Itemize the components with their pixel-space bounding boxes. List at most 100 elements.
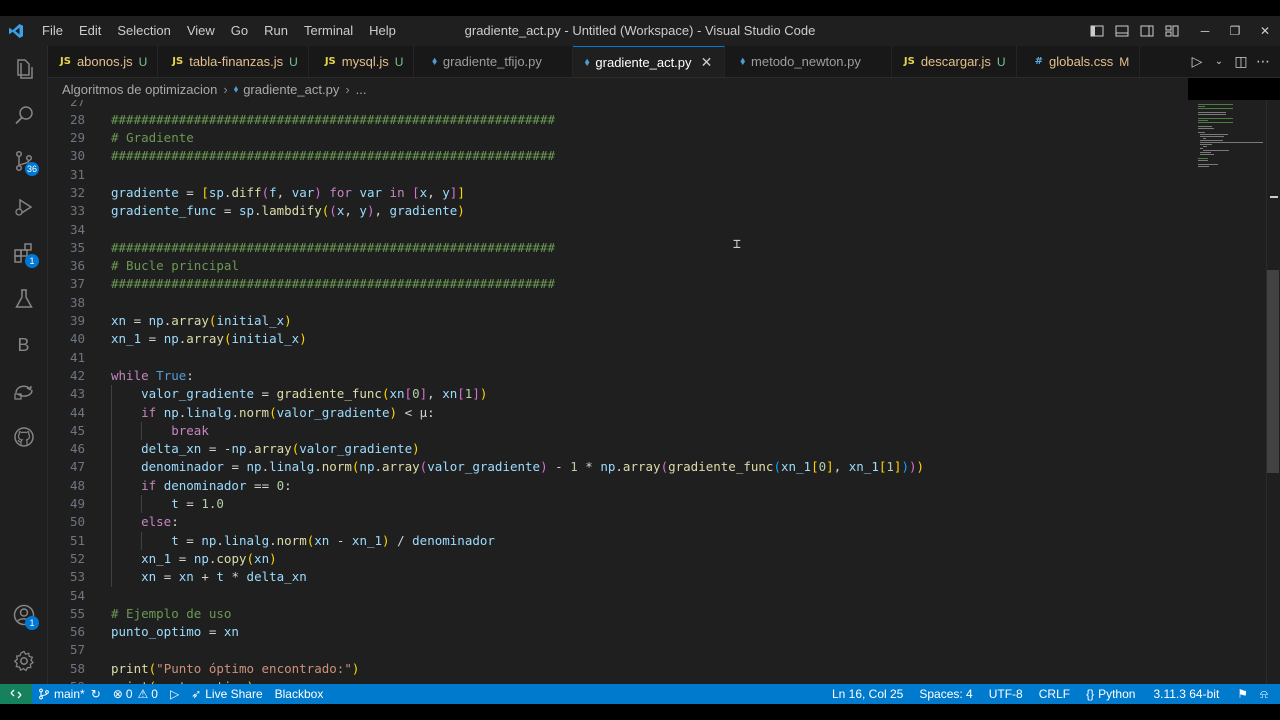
eol-setting[interactable]: CRLF [1033, 684, 1080, 704]
title-bar-controls: ─ ❐ ✕ [1084, 16, 1280, 46]
minimap[interactable] [1190, 100, 1268, 684]
python-file-icon: ⬧ [233, 83, 239, 95]
code-line[interactable]: 40 xn_1 = np.array(initial_x) [48, 330, 1188, 348]
menu-help[interactable]: Help [361, 16, 404, 46]
sync-icon[interactable]: ↻ [91, 684, 101, 704]
accounts-icon[interactable]: 1 [0, 592, 47, 638]
code-line[interactable]: 28 ######################################… [48, 111, 1188, 129]
breadcrumb-folder[interactable]: Algoritmos de optimizacion [62, 82, 217, 97]
run-dropdown-chevron-icon[interactable]: ⌄ [1208, 56, 1230, 67]
python-interpreter[interactable]: 3.11.3 64-bit [1141, 684, 1231, 704]
tab-globals-css[interactable]: # globals.css M [1017, 46, 1141, 77]
cursor-position[interactable]: Ln 16, Col 25 [826, 684, 913, 704]
remote-indicator-icon[interactable] [0, 684, 32, 704]
search-icon[interactable] [0, 92, 47, 138]
code-lines[interactable]: 27 28 ####################################… [48, 100, 1188, 684]
indentation-setting[interactable]: Spaces: 4 [913, 684, 982, 704]
code-line[interactable]: 37 ######################################… [48, 275, 1188, 293]
code-line[interactable]: 46 delta_xn = -np.array(valor_gradiente) [48, 440, 1188, 459]
run-and-debug-icon[interactable] [0, 184, 47, 230]
code-line[interactable]: 50 else: [48, 513, 1188, 532]
code-line[interactable]: 49 t = 1.0 [48, 495, 1188, 514]
notifications-bell-icon[interactable]: ⍾ [1254, 684, 1274, 704]
tab-gradiente-act-py[interactable]: ⬧ gradiente_act.py ✕ [572, 46, 725, 77]
code-line[interactable]: 39 xn = np.array(initial_x) [48, 312, 1188, 330]
minimap-line [1198, 104, 1234, 105]
line-number: 54 [69, 587, 85, 603]
code-line[interactable]: 38 [48, 294, 1188, 312]
code-line[interactable]: 42 while True: [48, 367, 1188, 385]
menu-view[interactable]: View [179, 16, 223, 46]
explorer-icon[interactable] [0, 46, 47, 92]
tab-abonos-js[interactable]: JS abonos.js U [48, 46, 159, 77]
remote-explorer-icon[interactable] [0, 368, 47, 414]
toggle-panel-icon[interactable] [1109, 16, 1134, 46]
toggle-primary-sidebar-icon[interactable] [1084, 16, 1109, 46]
tab-tabla-finanzas-js[interactable]: JS tabla-finanzas.js U [158, 46, 309, 77]
code-line[interactable]: 51 t = np.linalg.norm(xn - xn_1) / denom… [48, 531, 1188, 550]
problems-indicator[interactable]: ⊗ 0 ⚠ 0 [107, 684, 164, 704]
code-line[interactable]: 29 # Gradiente [48, 129, 1188, 147]
extensions-icon[interactable]: 1 [0, 230, 47, 276]
code-line[interactable]: 36 # Bucle principal [48, 257, 1188, 275]
minimize-icon[interactable]: ─ [1190, 16, 1220, 46]
run-icon[interactable]: ▷ [164, 684, 185, 704]
menu-run[interactable]: Run [256, 16, 296, 46]
code-line[interactable]: 48 if denominador == 0: [48, 476, 1188, 496]
code-line[interactable]: 34 [48, 221, 1188, 239]
breadcrumb-file[interactable]: gradiente_act.py [243, 82, 339, 97]
testing-icon[interactable] [0, 276, 47, 322]
menu-terminal[interactable]: Terminal [296, 16, 361, 46]
menu-edit[interactable]: Edit [71, 16, 109, 46]
code-line[interactable]: 32 gradiente = [sp.diff(f, var) for var i… [48, 184, 1188, 202]
live-share-button[interactable]: ➶ Live Share [185, 684, 268, 704]
scrollbar-thumb[interactable] [1267, 270, 1279, 473]
run-python-file-icon[interactable]: ▷ [1186, 53, 1208, 70]
language-mode[interactable]: {} Python [1080, 684, 1141, 704]
toggle-secondary-sidebar-icon[interactable] [1134, 16, 1159, 46]
code-line[interactable]: 54 [48, 587, 1188, 605]
code-line[interactable]: 55 # Ejemplo de uso [48, 605, 1188, 623]
git-branch[interactable]: main* ↻ [32, 684, 107, 704]
line-number: 47 [69, 459, 85, 475]
tab-mysql-js[interactable]: JS mysql.js U [309, 46, 415, 77]
tab-label: abonos.js [76, 54, 133, 69]
source-control-icon[interactable]: 36 [0, 138, 47, 184]
restore-icon[interactable]: ❐ [1220, 16, 1250, 46]
code-line[interactable]: 57 [48, 641, 1188, 659]
tab-metodo-newton-py[interactable]: ⬧ metodo_newton.py [725, 46, 892, 77]
split-editor-icon[interactable]: ◫ [1230, 53, 1252, 70]
code-line[interactable]: 43 valor_gradiente = gradiente_func(xn[0… [48, 385, 1188, 404]
code-line[interactable]: 35 ######################################… [48, 239, 1188, 257]
code-line[interactable]: 45 break [48, 421, 1188, 441]
menu-file[interactable]: File [34, 16, 71, 46]
encoding-setting[interactable]: UTF-8 [983, 684, 1033, 704]
code-line[interactable]: 30 ######################################… [48, 147, 1188, 165]
code-line[interactable]: 53 xn = xn + t * delta_xn [48, 568, 1188, 587]
close-tab-icon[interactable]: ✕ [700, 54, 714, 71]
customize-layout-icon[interactable] [1159, 16, 1184, 46]
manage-gear-icon[interactable] [0, 638, 47, 684]
github-icon[interactable] [0, 414, 47, 460]
code-line[interactable]: 31 [48, 166, 1188, 184]
tab-gradiente-tfijo-py[interactable]: ⬧ gradiente_tfijo.py [414, 46, 573, 77]
minimap-line [1200, 148, 1204, 149]
code-line[interactable]: 44 if np.linalg.norm(valor_gradiente) < … [48, 403, 1188, 422]
code-line[interactable]: 56 punto_optimo = xn [48, 623, 1188, 641]
menu-selection[interactable]: Selection [109, 16, 178, 46]
feedback-icon[interactable]: ⚑ [1231, 684, 1254, 704]
code-line[interactable]: 27 [48, 100, 1188, 111]
tab-descargar-js[interactable]: JS descargar.js U [892, 46, 1017, 77]
code-line[interactable]: 33 gradiente_func = sp.lambdify((x, y), g… [48, 202, 1188, 220]
code-line[interactable]: 41 [48, 349, 1188, 367]
blackbox-button[interactable]: Blackbox [269, 684, 330, 704]
more-actions-icon[interactable]: ⋯ [1252, 53, 1274, 70]
breadcrumb-more[interactable]: ... [356, 82, 367, 97]
close-window-icon[interactable]: ✕ [1250, 16, 1280, 46]
code-line[interactable]: 58 print("Punto óptimo encontrado:") [48, 660, 1188, 678]
menu-go[interactable]: Go [223, 16, 256, 46]
blackbox-icon[interactable]: B [0, 322, 47, 368]
code-line[interactable]: 52 xn_1 = np.copy(xn) [48, 549, 1188, 569]
code-editor[interactable]: 27 28 ####################################… [48, 100, 1280, 684]
code-line[interactable]: 47 denominador = np.linalg.norm(np.array… [48, 458, 1188, 477]
